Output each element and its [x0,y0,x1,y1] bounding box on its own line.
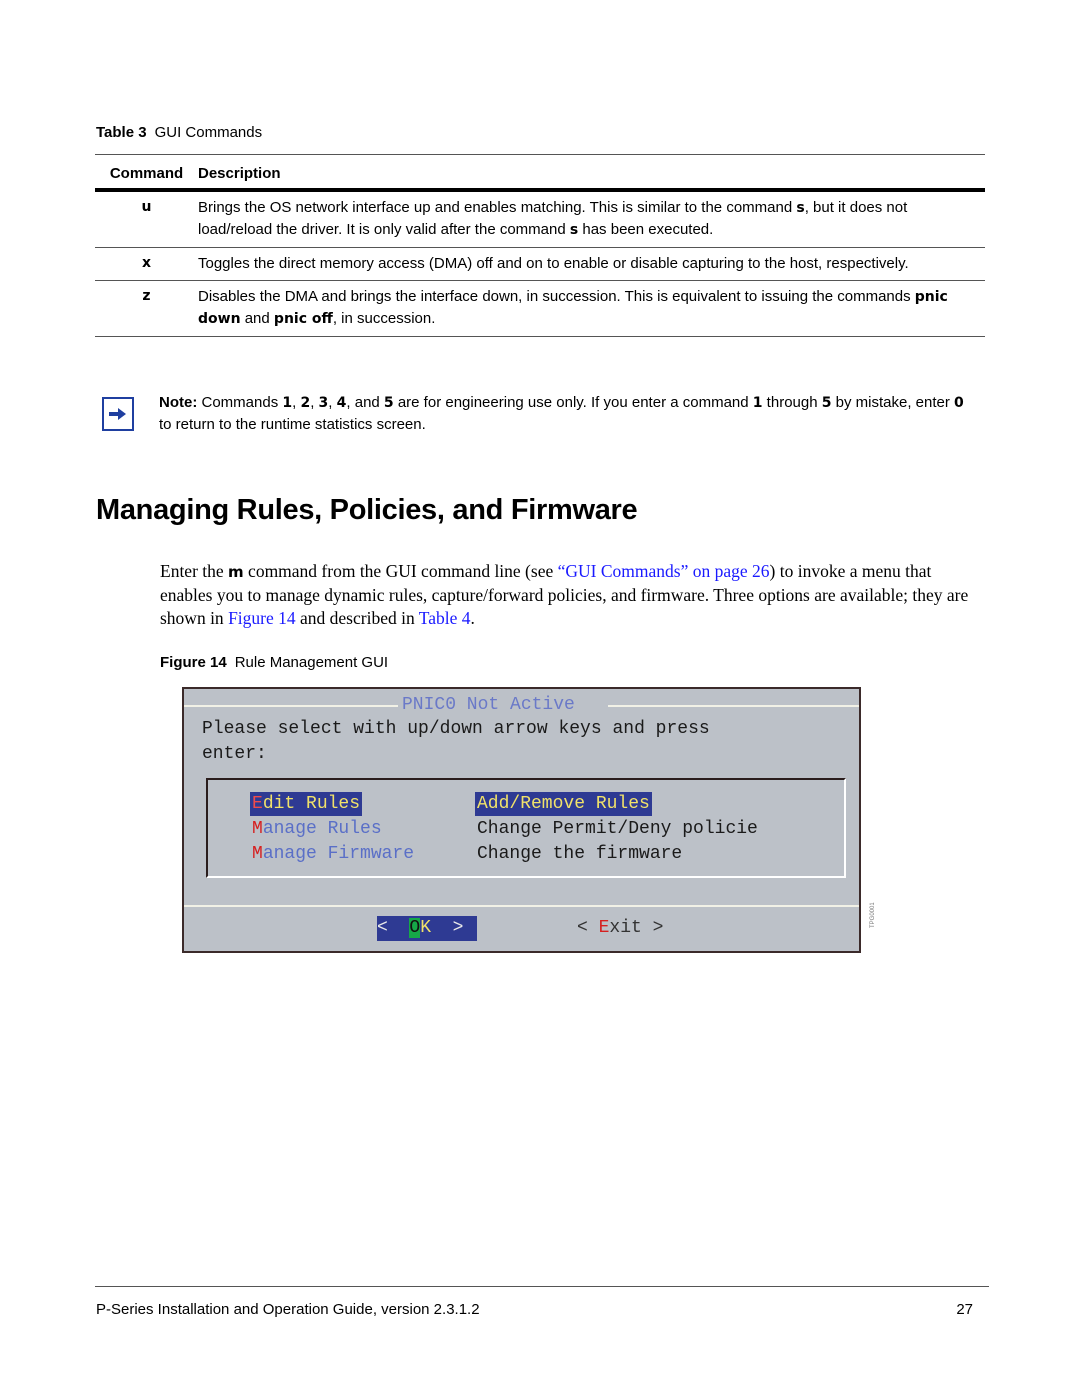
para-text: command from the GUI command line (see [243,561,558,581]
menu-desc-change-policies: Change Permit/Deny policie [477,819,758,839]
arrow-right-icon [102,397,134,431]
desc-text: Disables the DMA and brings the interfac… [198,288,915,305]
ok-button[interactable]: < OK > [377,916,477,941]
title-rule-right [608,705,859,707]
command-ref: s [796,200,805,216]
link-figure-14[interactable]: Figure 14 [228,608,296,628]
ok-hotkey: K [420,918,432,938]
note-text-part: , [328,394,337,411]
para-text: Enter the [160,561,229,581]
button-separator [184,905,859,907]
footer-divider [95,1286,989,1287]
exit-hotkey: E [598,918,610,938]
table-title: GUI Commands [154,124,263,141]
desc-text: has been executed. [578,221,714,238]
exit-label: xit [609,918,642,938]
exit-button[interactable]: < Exit > [577,916,663,941]
command-ref: 5 [383,395,394,411]
menu-hotkey: E [252,794,263,814]
note-text-part: Commands [197,394,283,411]
figure-title: Rule Management GUI [234,654,389,671]
ok-cursor: O [409,918,421,938]
figure-caption: Figure 14 Rule Management GUI [160,654,388,671]
command-ref: 3 [318,395,329,411]
note-text-part: , and [346,394,384,411]
table-caption: Table 3 GUI Commands [96,124,262,141]
exit-bracket-right: > [641,918,664,938]
table-row: u Brings the OS network interface up and… [95,190,985,248]
description-cell: Toggles the direct memory access (DMA) o… [198,248,985,281]
table-header-row: Command Description [95,154,985,190]
menu-label: dit Rules [262,794,361,814]
command-ref: pnic off [273,311,333,327]
menu-item-manage-firmware[interactable]: Manage Firmware [252,842,414,866]
table-row: z Disables the DMA and brings the interf… [95,281,985,337]
link-table-4[interactable]: Table 4 [419,608,471,628]
note-text-part: by mistake, enter [831,394,955,411]
note-label: Note: [159,394,198,411]
terminal-title: PNIC0 Not Active [402,695,575,715]
command-ref: 1 [752,395,763,411]
link-gui-commands[interactable]: “GUI Commands” on page 26 [558,561,770,581]
terminal-prompt: Please select with up/down arrow keys an… [202,717,842,767]
command-ref: 0 [954,395,964,411]
table-row: x Toggles the direct memory access (DMA)… [95,248,985,281]
command-cell: z [142,288,151,304]
table-label: Table 3 [96,124,147,141]
note-text: Note: Commands 1, 2, 3, 4, and 5 are for… [159,392,979,435]
header-command: Command [109,165,184,182]
command-ref: 2 [300,395,311,411]
prompt-line: enter: [202,744,267,764]
rule-management-terminal: PNIC0 Not Active Please select with up/d… [182,687,861,953]
command-cell: x [141,255,152,271]
command-ref: 1 [282,395,293,411]
menu-label: anage Firmware [262,844,415,864]
menu-description: Add/Remove Rules [477,794,650,814]
note-text-part: are for engineering use only. If you ent… [393,394,753,411]
menu-label: anage Rules [262,819,382,839]
footer-title: P-Series Installation and Operation Guid… [96,1301,480,1318]
command-cell: u [141,199,152,215]
command-ref: s [569,222,579,238]
command-ref: m [228,563,244,581]
body-paragraph: Enter the m command from the GUI command… [160,560,985,630]
figure-label: Figure 14 [160,654,227,671]
menu-desc-change-firmware: Change the firmware [477,844,683,864]
section-title: Managing Rules, Policies, and Firmware [96,494,638,526]
note-text-part: through [762,394,822,411]
para-text: . [470,608,475,628]
ok-bracket-left: < [377,918,410,938]
ok-bracket-right: > [431,918,464,938]
desc-text: Brings the OS network interface up and e… [198,199,797,216]
desc-text: and [240,310,274,327]
title-rule-left [184,705,398,707]
desc-text: , in succession. [332,310,436,327]
para-text: and described in [295,608,419,628]
prompt-line: Please select with up/down arrow keys an… [202,719,710,739]
figure-id: TPG0001 [870,902,876,928]
menu-desc-add-remove-rules: Add/Remove Rules [475,792,652,816]
menu-hotkey: M [252,819,263,839]
menu-hotkey: M [252,844,263,864]
header-description: Description [198,165,281,182]
exit-bracket-left: < [577,918,599,938]
menu-item-edit-rules[interactable]: Edit Rules [250,792,363,816]
note-text-part: , [310,394,319,411]
page-number: 27 [956,1301,973,1318]
desc-text: Toggles the direct memory access (DMA) o… [198,255,909,272]
description-cell: Brings the OS network interface up and e… [198,190,985,248]
gui-commands-table: Command Description u Brings the OS netw… [95,154,985,337]
description-cell: Disables the DMA and brings the interfac… [198,281,985,337]
menu-item-manage-rules[interactable]: Manage Rules [252,817,382,841]
command-ref: 4 [336,395,347,411]
note-text-part: to return to the runtime statistics scre… [159,416,426,433]
